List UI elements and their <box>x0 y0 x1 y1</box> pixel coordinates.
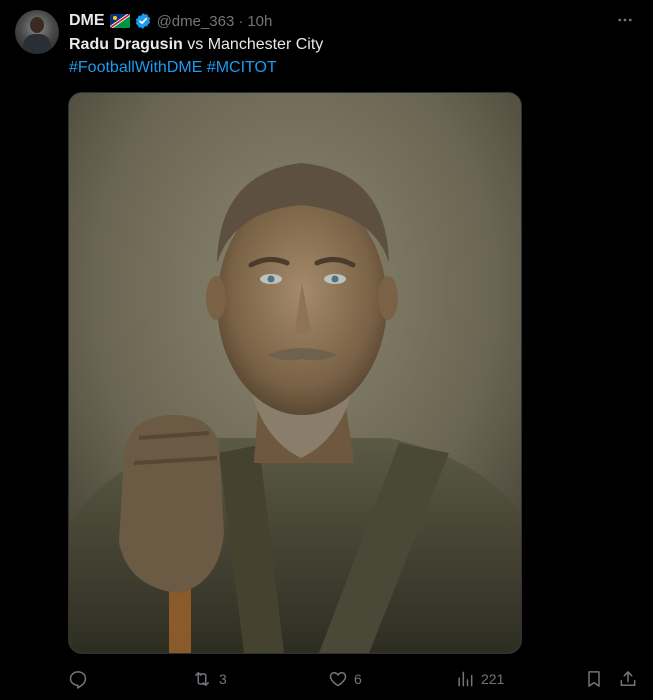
separator-dot: · <box>238 12 244 30</box>
bookmark-icon <box>584 669 604 689</box>
like-button[interactable]: 6 <box>328 666 362 692</box>
more-options-icon[interactable] <box>615 10 635 30</box>
share-button[interactable] <box>618 666 638 692</box>
tweet-text: Radu Dragusin vs Manchester City <box>69 34 323 56</box>
reply-icon <box>68 669 88 689</box>
verified-badge-icon <box>134 12 152 30</box>
retweet-count: 3 <box>219 671 227 687</box>
share-icon <box>618 669 638 689</box>
namibia-flag-icon <box>109 14 130 28</box>
author-handle[interactable]: @dme_363 <box>157 13 235 30</box>
display-name[interactable]: DME <box>69 12 105 30</box>
action-bar: 3 6 221 <box>0 666 653 692</box>
tweet-image[interactable] <box>68 92 522 654</box>
player-name: Radu Dragusin <box>69 36 183 53</box>
tweet-card[interactable]: DME @dme_363 · 10h Radu Dragusin vs Manc… <box>0 0 653 700</box>
avatar-body <box>23 34 51 54</box>
tweet-text-rest: vs Manchester City <box>182 36 324 53</box>
reply-button[interactable] <box>68 666 94 692</box>
timestamp[interactable]: 10h <box>247 13 272 30</box>
avatar[interactable] <box>15 10 59 54</box>
views-chart-icon <box>455 669 475 689</box>
like-count: 6 <box>354 671 362 687</box>
heart-icon <box>328 669 348 689</box>
tweet-header: DME @dme_363 · 10h <box>69 10 593 32</box>
hashtag-link[interactable]: #FootballWithDME <box>69 59 202 76</box>
retweet-button[interactable]: 3 <box>191 666 227 692</box>
views-count: 221 <box>481 671 505 687</box>
hashtags: #FootballWithDME #MCITOT <box>69 57 277 79</box>
avatar-head <box>30 17 44 33</box>
hashtag-link[interactable]: #MCITOT <box>207 59 277 76</box>
retweet-icon <box>191 669 213 689</box>
views-button[interactable]: 221 <box>455 666 504 692</box>
bookmark-button[interactable] <box>584 666 604 692</box>
